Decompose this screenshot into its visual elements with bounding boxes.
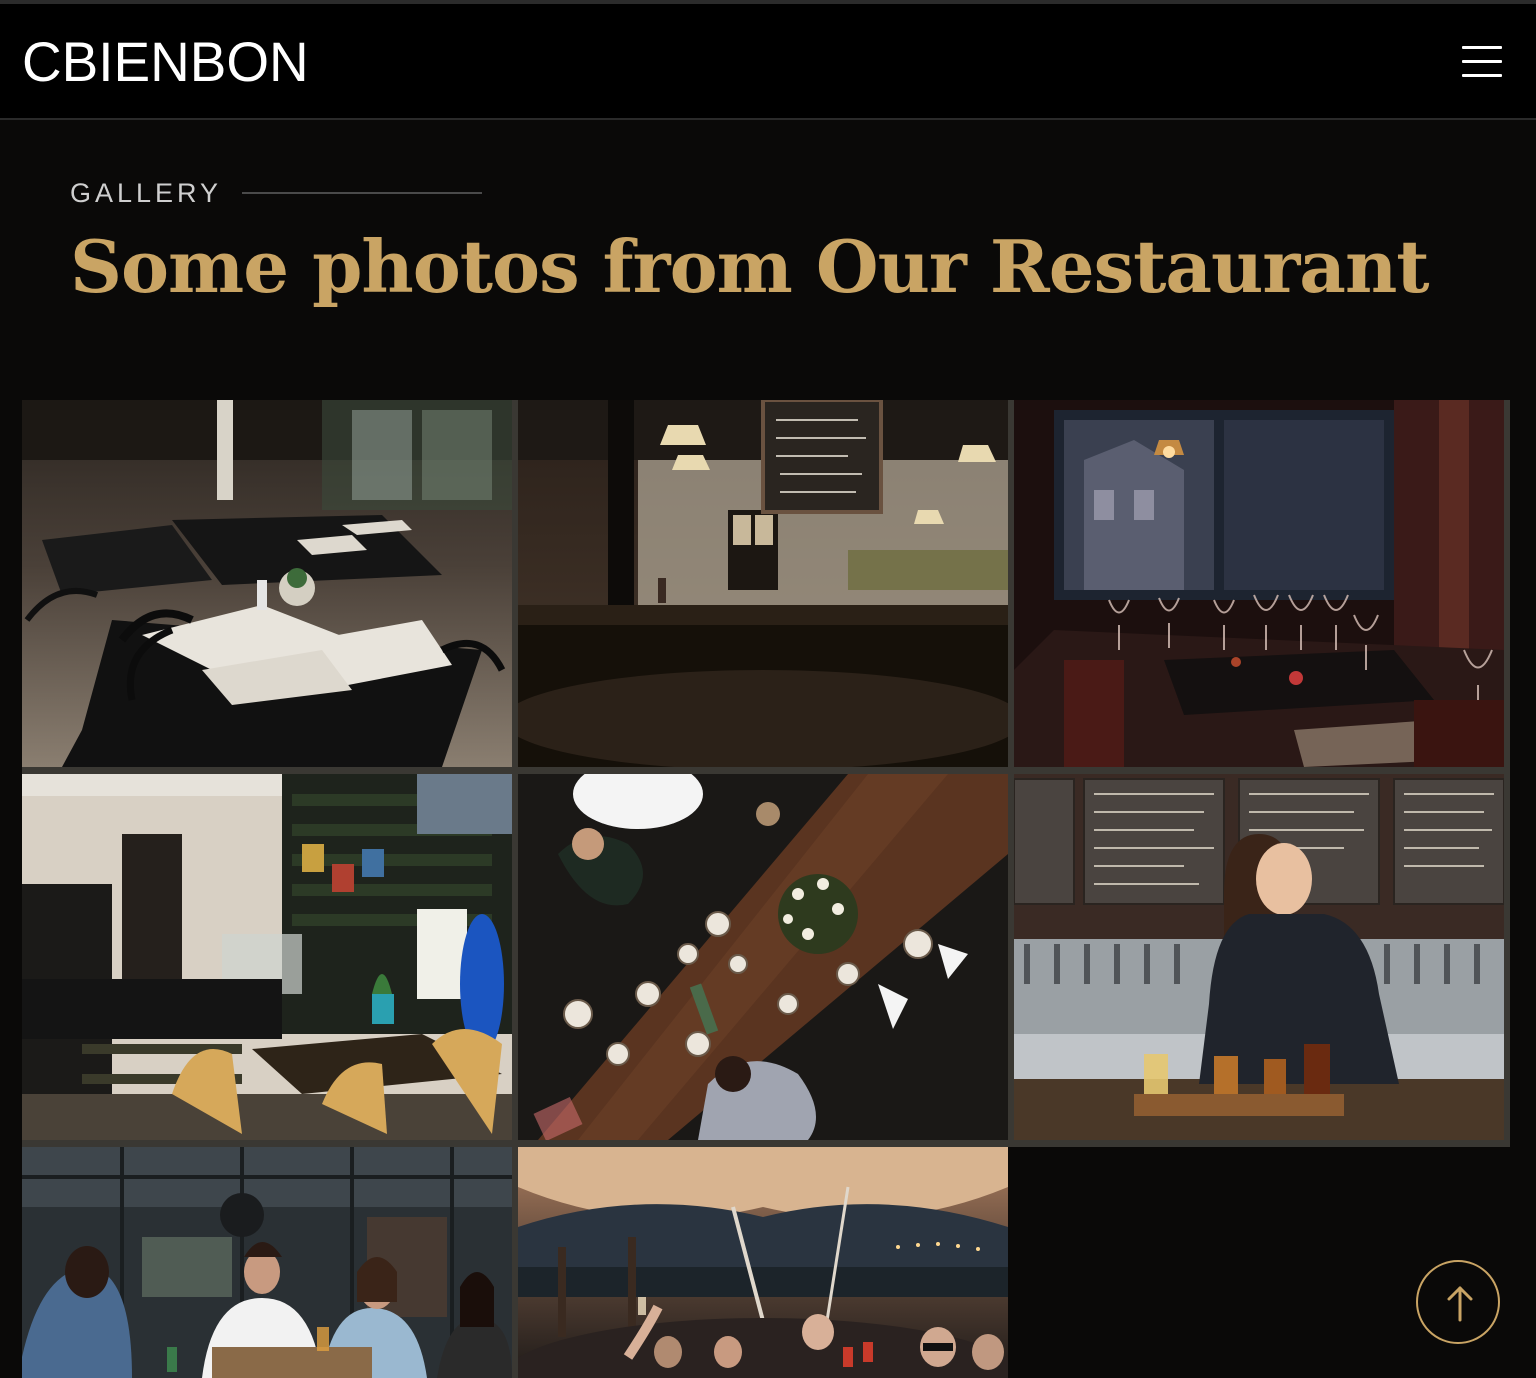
gallery-photo-cafe-counter[interactable] bbox=[22, 774, 512, 1140]
eyebrow-divider bbox=[242, 192, 483, 194]
gallery-photo-overhead-table[interactable] bbox=[518, 774, 1008, 1140]
site-header: CBIENBON bbox=[0, 4, 1536, 120]
section-eyebrow-row: GALLERY bbox=[70, 176, 483, 210]
gallery-gap bbox=[22, 767, 1510, 774]
arrow-up-icon bbox=[1447, 1286, 1473, 1322]
gallery-photo-wine-tables[interactable] bbox=[1014, 400, 1504, 767]
gallery-photo-bartender[interactable] bbox=[1014, 774, 1504, 1140]
gallery-gap bbox=[1504, 400, 1510, 1147]
gallery-photo-bistro-interior[interactable] bbox=[518, 400, 1008, 767]
menu-bar bbox=[1462, 46, 1502, 49]
gallery-photo-tent-toast[interactable] bbox=[518, 1147, 1008, 1378]
gallery-photo-friends-terrace[interactable] bbox=[22, 1147, 512, 1378]
photo-gallery bbox=[22, 400, 1510, 1378]
menu-bar bbox=[1462, 60, 1502, 63]
menu-bar bbox=[1462, 74, 1502, 77]
gallery-gap bbox=[22, 1140, 1510, 1147]
scroll-to-top-button[interactable] bbox=[1416, 1260, 1500, 1344]
hamburger-menu-icon[interactable] bbox=[1462, 44, 1502, 78]
gallery-photo-dining-room[interactable] bbox=[22, 400, 512, 767]
site-logo[interactable]: CBIENBON bbox=[22, 32, 309, 92]
section-title: Some photos from Our Restaurant bbox=[70, 224, 1430, 309]
section-eyebrow: GALLERY bbox=[70, 177, 223, 208]
